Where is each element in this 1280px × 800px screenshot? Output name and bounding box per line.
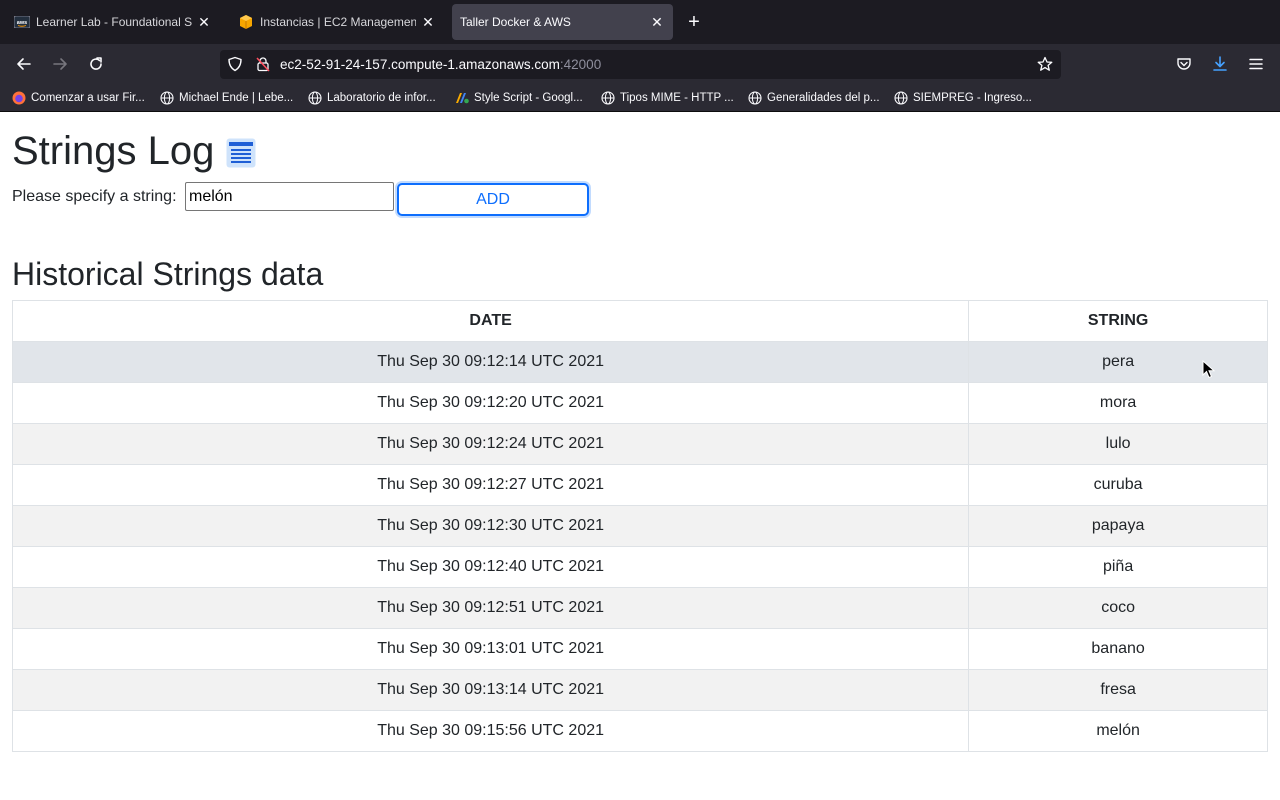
date-cell: Thu Sep 30 09:12:27 UTC 2021 xyxy=(11,464,970,506)
reload-icon[interactable] xyxy=(86,54,106,74)
globe-icon xyxy=(894,91,908,105)
tab-close-icon[interactable]: ✕ xyxy=(420,14,436,30)
page-content: Strings Log Please specify a string: ADD… xyxy=(0,113,1280,800)
tab-ec2-instances[interactable]: Instancias | EC2 Management C ✕ xyxy=(228,4,444,40)
url-host: ec2-52-91-24-157.compute-1.amazonaws.com xyxy=(280,57,560,72)
forward-icon[interactable] xyxy=(50,54,70,74)
tab-strip: aws Learner Lab - Foundational Serv ✕ In… xyxy=(0,0,1280,44)
mouse-cursor-icon xyxy=(1202,360,1216,379)
date-cell: Thu Sep 30 09:13:01 UTC 2021 xyxy=(11,628,970,670)
string-input[interactable] xyxy=(185,182,394,211)
string-column-header: STRING xyxy=(968,300,1268,342)
bookmark-item[interactable]: Comenzar a usar Fir... xyxy=(12,90,145,106)
tab-close-icon[interactable]: ✕ xyxy=(196,14,212,30)
svg-text:aws: aws xyxy=(17,20,27,26)
globe-icon xyxy=(748,91,762,105)
bookmark-item[interactable]: Style Script - Googl... xyxy=(455,90,583,106)
strings-table: DATE STRING Thu Sep 30 09:12:14 UTC 2021… xyxy=(11,300,1268,752)
tab-learner-lab[interactable]: aws Learner Lab - Foundational Serv ✕ xyxy=(4,4,220,40)
page-title: Strings Log xyxy=(12,129,215,173)
bookmark-label: Generalidades del p... xyxy=(767,92,880,104)
table-row: Thu Sep 30 09:12:51 UTC 2021 coco xyxy=(11,587,1268,629)
bookmark-label: Tipos MIME - HTTP ... xyxy=(620,92,734,104)
google-fonts-icon xyxy=(455,91,469,105)
bookmark-label: SIEMPREG - Ingreso... xyxy=(913,92,1032,104)
new-tab-icon[interactable]: + xyxy=(684,12,704,32)
date-cell: Thu Sep 30 09:12:30 UTC 2021 xyxy=(11,505,970,547)
globe-icon xyxy=(160,91,174,105)
pocket-icon[interactable] xyxy=(1174,54,1194,74)
bookmark-item[interactable]: Tipos MIME - HTTP ... xyxy=(601,90,734,106)
bookmark-item[interactable]: SIEMPREG - Ingreso... xyxy=(894,90,1032,106)
table-row: Thu Sep 30 09:12:27 UTC 2021 curuba xyxy=(11,464,1268,506)
table-row: Thu Sep 30 09:12:24 UTC 2021 lulo xyxy=(11,423,1268,465)
date-cell: Thu Sep 30 09:12:40 UTC 2021 xyxy=(11,546,970,588)
date-cell: Thu Sep 30 09:15:56 UTC 2021 xyxy=(11,710,970,752)
table-row: Thu Sep 30 09:12:40 UTC 2021 piña xyxy=(11,546,1268,588)
table-row: Thu Sep 30 09:13:14 UTC 2021 fresa xyxy=(11,669,1268,711)
bookmark-label: Laboratorio de infor... xyxy=(327,92,436,104)
insecure-lock-icon[interactable] xyxy=(253,54,273,74)
bookmark-item[interactable]: Generalidades del p... xyxy=(748,90,880,106)
aws-favicon-icon: aws xyxy=(14,14,30,30)
url-text[interactable]: ec2-52-91-24-157.compute-1.amazonaws.com… xyxy=(280,57,601,72)
date-cell: Thu Sep 30 09:12:14 UTC 2021 xyxy=(11,341,970,383)
date-cell: Thu Sep 30 09:13:14 UTC 2021 xyxy=(11,669,970,711)
bookmark-label: Michael Ende | Lebe... xyxy=(179,92,294,104)
string-cell: lulo xyxy=(968,423,1268,465)
firefox-icon xyxy=(12,91,26,105)
bookmark-label: Style Script - Googl... xyxy=(474,92,583,104)
tab-title: Learner Lab - Foundational Serv xyxy=(36,15,192,29)
string-cell: mora xyxy=(968,382,1268,424)
string-cell: fresa xyxy=(968,669,1268,711)
url-port: :42000 xyxy=(559,57,602,72)
table-header-row: DATE STRING xyxy=(11,300,1268,342)
downloads-icon[interactable] xyxy=(1210,54,1230,74)
globe-icon xyxy=(601,91,615,105)
add-button[interactable]: ADD xyxy=(397,183,589,216)
date-cell: Thu Sep 30 09:12:51 UTC 2021 xyxy=(11,587,970,629)
bookmark-item[interactable]: Laboratorio de infor... xyxy=(308,90,436,106)
date-cell: Thu Sep 30 09:12:24 UTC 2021 xyxy=(11,423,970,465)
string-cell: pera xyxy=(968,341,1268,383)
string-cell: curuba xyxy=(968,464,1268,506)
globe-icon xyxy=(308,91,322,105)
date-column-header: DATE xyxy=(11,300,970,342)
string-cell: papaya xyxy=(968,505,1268,547)
tab-title: Taller Docker & AWS xyxy=(460,15,571,29)
bookmarks-toolbar: Comenzar a usar Fir... Michael Ende | Le… xyxy=(0,84,1280,112)
string-input-label: Please specify a string: xyxy=(12,188,177,205)
table-row: Thu Sep 30 09:12:20 UTC 2021 mora xyxy=(11,382,1268,424)
string-cell: coco xyxy=(968,587,1268,629)
menu-icon[interactable] xyxy=(1246,54,1266,74)
table-row: Thu Sep 30 09:13:01 UTC 2021 banano xyxy=(11,628,1268,670)
bookmark-item[interactable]: Michael Ende | Lebe... xyxy=(160,90,293,106)
table-row: Thu Sep 30 09:12:30 UTC 2021 papaya xyxy=(11,505,1268,547)
string-cell: piña xyxy=(968,546,1268,588)
string-cell: banano xyxy=(968,628,1268,670)
tab-title: Instancias | EC2 Management C xyxy=(260,15,416,29)
aws-cube-icon xyxy=(238,14,254,30)
log-list-icon xyxy=(226,138,256,168)
bookmark-label: Comenzar a usar Fir... xyxy=(31,92,145,104)
table-row: Thu Sep 30 09:12:14 UTC 2021 pera xyxy=(11,341,1268,383)
shield-icon[interactable] xyxy=(225,54,245,74)
tab-taller-docker[interactable]: Taller Docker & AWS ✕ xyxy=(452,4,673,40)
string-cell: melón xyxy=(968,710,1268,752)
tab-close-icon[interactable]: ✕ xyxy=(649,14,665,30)
date-cell: Thu Sep 30 09:12:20 UTC 2021 xyxy=(11,382,970,424)
bookmark-star-icon[interactable] xyxy=(1035,54,1055,74)
section-title: Historical Strings data xyxy=(12,256,324,292)
back-icon[interactable] xyxy=(14,54,34,74)
table-row: Thu Sep 30 09:15:56 UTC 2021 melón xyxy=(11,710,1268,752)
